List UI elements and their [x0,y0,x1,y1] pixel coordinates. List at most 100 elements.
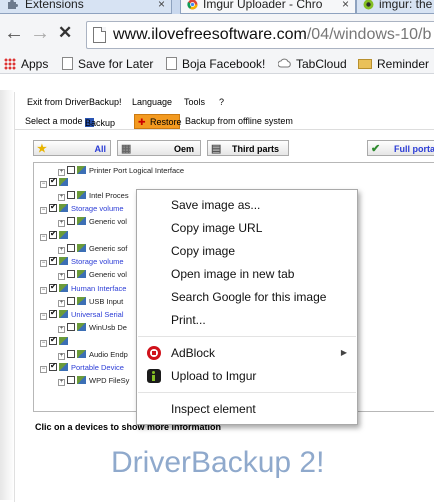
expand-icon: + [58,300,65,307]
stop-button[interactable]: ✕ [58,22,72,44]
bookmark-apps[interactable]: Apps [4,56,48,72]
tree-row[interactable]: + Generic vol [58,216,127,228]
tree-checkbox[interactable] [49,175,57,187]
device-icon [77,217,86,225]
expand-icon: + [58,220,65,227]
tab-imgur[interactable]: imgur: the [356,0,434,14]
filter-oem-button[interactable]: ▦ Oem [117,140,201,156]
mode-restore[interactable]: ✚ Restore [134,114,182,129]
expand-icon: + [58,273,65,280]
device-icon [77,323,86,331]
tree-checkbox[interactable] [67,166,75,174]
mode-offline[interactable]: Backup from offline system [185,116,293,126]
tree-row[interactable]: + WPD FileSy [58,375,129,387]
menu-help[interactable]: ? [219,97,224,107]
tree-checkbox[interactable] [49,360,57,372]
device-icon [77,166,86,174]
bookmark-reminder[interactable]: Reminder [358,56,429,72]
collapse-icon: − [40,234,47,241]
bookmark-boja-facebook[interactable]: Boja Facebook! [166,56,265,72]
expand-icon: + [58,247,65,254]
tree-row[interactable]: − [40,175,71,189]
tree-row[interactable]: + Intel Proces [58,190,129,202]
tree-checkbox[interactable] [49,281,57,293]
tab-imgur-uploader[interactable]: Imgur Uploader - Chro × [180,0,356,14]
menu-language[interactable]: Language [132,97,172,107]
shield-check-icon: ✔ [371,143,381,155]
menu-tools[interactable]: Tools [184,97,205,107]
tab-label: imgur: the [379,0,433,11]
app-title: DriverBackup 2! [111,446,325,479]
chrome-store-icon [187,0,198,10]
tree-checkbox[interactable] [49,228,57,240]
address-bar[interactable]: www.ilovefreesoftware.com/04/windows-10/… [86,21,434,49]
menu-open-image-new-tab[interactable]: Open image in new tab [137,263,357,285]
menu-save-image[interactable]: Save image as... [137,194,357,216]
collapse-icon: − [40,313,47,320]
menu-separator [138,336,356,337]
expand-icon: + [58,169,65,176]
tree-checkbox[interactable] [49,334,57,346]
device-icon [59,284,68,292]
expand-icon: + [58,326,65,333]
tree-row[interactable]: + Printer Port Logical Interface [58,165,184,177]
tree-checkbox[interactable] [67,244,75,252]
device-icon [59,231,68,239]
close-icon[interactable]: × [342,0,349,11]
device-icon [77,297,86,305]
tree-checkbox[interactable] [67,217,75,225]
menu-print[interactable]: Print... [137,309,357,331]
tree-row[interactable]: + WinUsb De [58,322,127,334]
tree-row[interactable]: + Generic vol [58,269,127,281]
tree-row[interactable]: −Storage volume [40,201,124,215]
tab-strip: Extensions × Imgur Uploader - Chro × img… [0,0,434,14]
tree-checkbox[interactable] [49,201,57,213]
tree-checkbox[interactable] [49,254,57,266]
close-icon[interactable]: × [158,0,165,11]
tree-row[interactable]: + USB Input [58,296,123,308]
device-icon [77,350,86,358]
tree-checkbox[interactable] [67,376,75,384]
menu-copy-image[interactable]: Copy image [137,240,357,262]
menu-search-google-image[interactable]: Search Google for this image [137,286,357,308]
bookmark-save-for-later[interactable]: Save for Later [62,56,153,72]
tree-row[interactable]: −Storage volume [40,254,124,268]
filter-all-button[interactable]: ★ All [33,140,111,156]
menu-exit[interactable]: Exit from DriverBackup! [27,97,122,107]
tree-row[interactable]: −Portable Device [40,360,124,374]
menu-upload-imgur[interactable]: Upload to Imgur [137,365,357,387]
device-icon [59,204,68,212]
tree-checkbox[interactable] [67,270,75,278]
tree-row[interactable]: + Generic sof [58,243,127,255]
device-icon [77,244,86,252]
menu-adblock[interactable]: AdBlock ▶ [137,342,357,364]
menu-inspect-element[interactable]: Inspect element [137,398,357,420]
tree-row[interactable]: −Universal Serial [40,307,124,321]
tree-checkbox[interactable] [67,297,75,305]
tab-extensions[interactable]: Extensions × [0,0,172,14]
page-shadow [0,90,14,500]
tree-checkbox[interactable] [49,307,57,319]
tree-checkbox[interactable] [67,323,75,331]
tree-row[interactable]: −Human Interface [40,281,126,295]
tree-row[interactable]: − [40,228,71,242]
tree-checkbox[interactable] [67,191,75,199]
tree-row[interactable]: + Audio Endp [58,349,128,361]
back-button[interactable]: ← [4,22,24,44]
menu-copy-image-url[interactable]: Copy image URL [137,217,357,239]
tree-checkbox[interactable] [67,350,75,358]
puzzle-icon [7,0,18,10]
mode-label: Select a mode [25,116,83,126]
forward-button[interactable]: → [30,22,50,44]
star-icon: ★ [37,143,47,155]
collapse-icon: − [40,207,47,214]
url-text: www.ilovefreesoftware.com/04/windows-10/… [113,26,432,43]
filter-portable-button[interactable]: ✔ Full porta [367,140,434,156]
filter-third-parts-button[interactable]: ▤ Third parts [207,140,289,156]
bookmarks-bar: Apps Save for Later Boja Facebook! TabCl… [0,54,434,74]
device-icon [77,191,86,199]
tree-row[interactable]: − [40,334,71,348]
context-menu: Save image as... Copy image URL Copy ima… [136,189,358,425]
bookmark-tabcloud[interactable]: TabCloud [277,56,347,72]
collapse-icon: − [40,366,47,373]
